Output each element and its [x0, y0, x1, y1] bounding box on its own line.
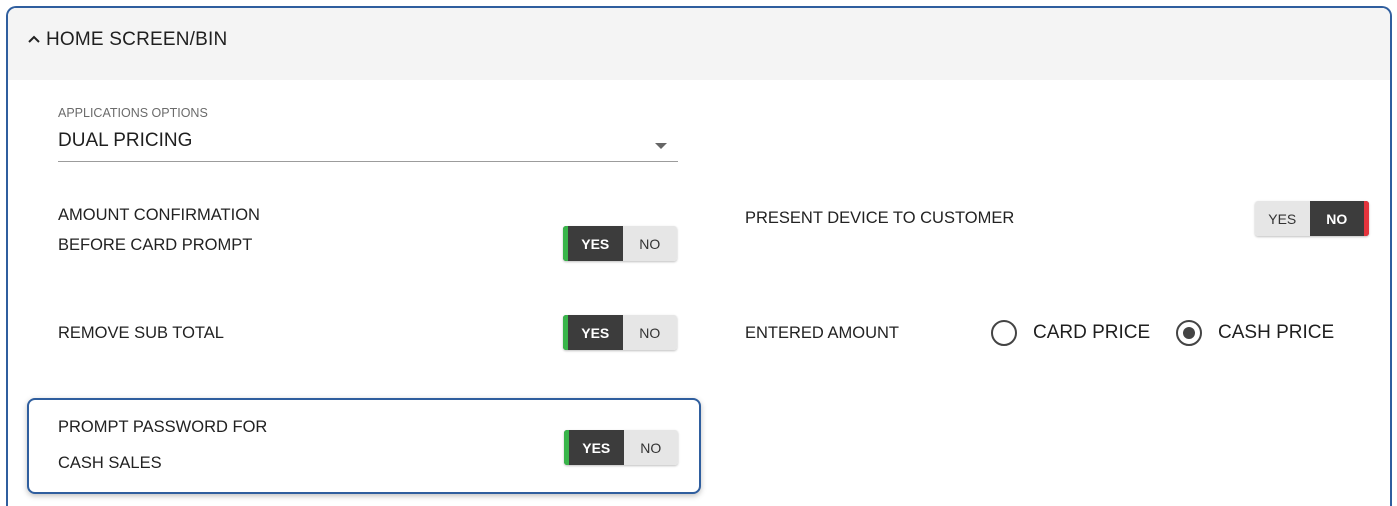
toggle-no-option[interactable]: NO — [622, 226, 677, 261]
prompt-password-label-line1: PROMPT PASSWORD FOR — [58, 418, 268, 436]
present-device-label: PRESENT DEVICE TO CUSTOMER — [745, 209, 1015, 227]
toggle-no-option[interactable]: NO — [1309, 201, 1369, 236]
section-header[interactable]: HOME SCREEN/BIN — [8, 8, 1390, 80]
cash-price-label[interactable]: CASH PRICE — [1218, 322, 1334, 344]
cash-price-radio[interactable] — [1176, 320, 1202, 346]
toggle-yes-option[interactable]: YES — [564, 430, 624, 465]
toggle-yes-option[interactable]: YES — [563, 226, 623, 261]
prompt-password-toggle[interactable]: YES NO — [564, 430, 678, 465]
section-title: HOME SCREEN/BIN — [46, 29, 228, 50]
select-underline — [58, 161, 678, 162]
toggle-no-option[interactable]: NO — [623, 430, 678, 465]
toggle-yes-option[interactable]: YES — [1255, 201, 1310, 236]
applications-options-select[interactable]: DUAL PRICING — [58, 130, 192, 152]
amount-confirmation-toggle[interactable]: YES NO — [563, 226, 677, 261]
toggle-no-option[interactable]: NO — [622, 315, 677, 350]
amount-confirmation-label-line1: AMOUNT CONFIRMATION — [58, 206, 260, 224]
present-device-toggle[interactable]: YES NO — [1255, 201, 1369, 236]
home-screen-bin-panel: HOME SCREEN/BIN APPLICATIONS OPTIONS DUA… — [6, 6, 1392, 506]
entered-amount-label: ENTERED AMOUNT — [745, 324, 900, 342]
remove-sub-total-toggle[interactable]: YES NO — [563, 315, 677, 350]
remove-sub-total-label: REMOVE SUB TOTAL — [58, 324, 224, 342]
prompt-password-highlight: PROMPT PASSWORD FOR CASH SALES YES NO — [27, 398, 701, 494]
dropdown-arrow-icon[interactable] — [654, 142, 668, 150]
card-price-radio[interactable] — [991, 320, 1017, 346]
card-price-label[interactable]: CARD PRICE — [1033, 322, 1150, 344]
chevron-up-icon[interactable] — [22, 27, 46, 51]
applications-options-label: APPLICATIONS OPTIONS — [58, 106, 208, 120]
prompt-password-label-line2: CASH SALES — [58, 454, 162, 472]
toggle-yes-option[interactable]: YES — [563, 315, 623, 350]
amount-confirmation-label-line2: BEFORE CARD PROMPT — [58, 236, 253, 254]
